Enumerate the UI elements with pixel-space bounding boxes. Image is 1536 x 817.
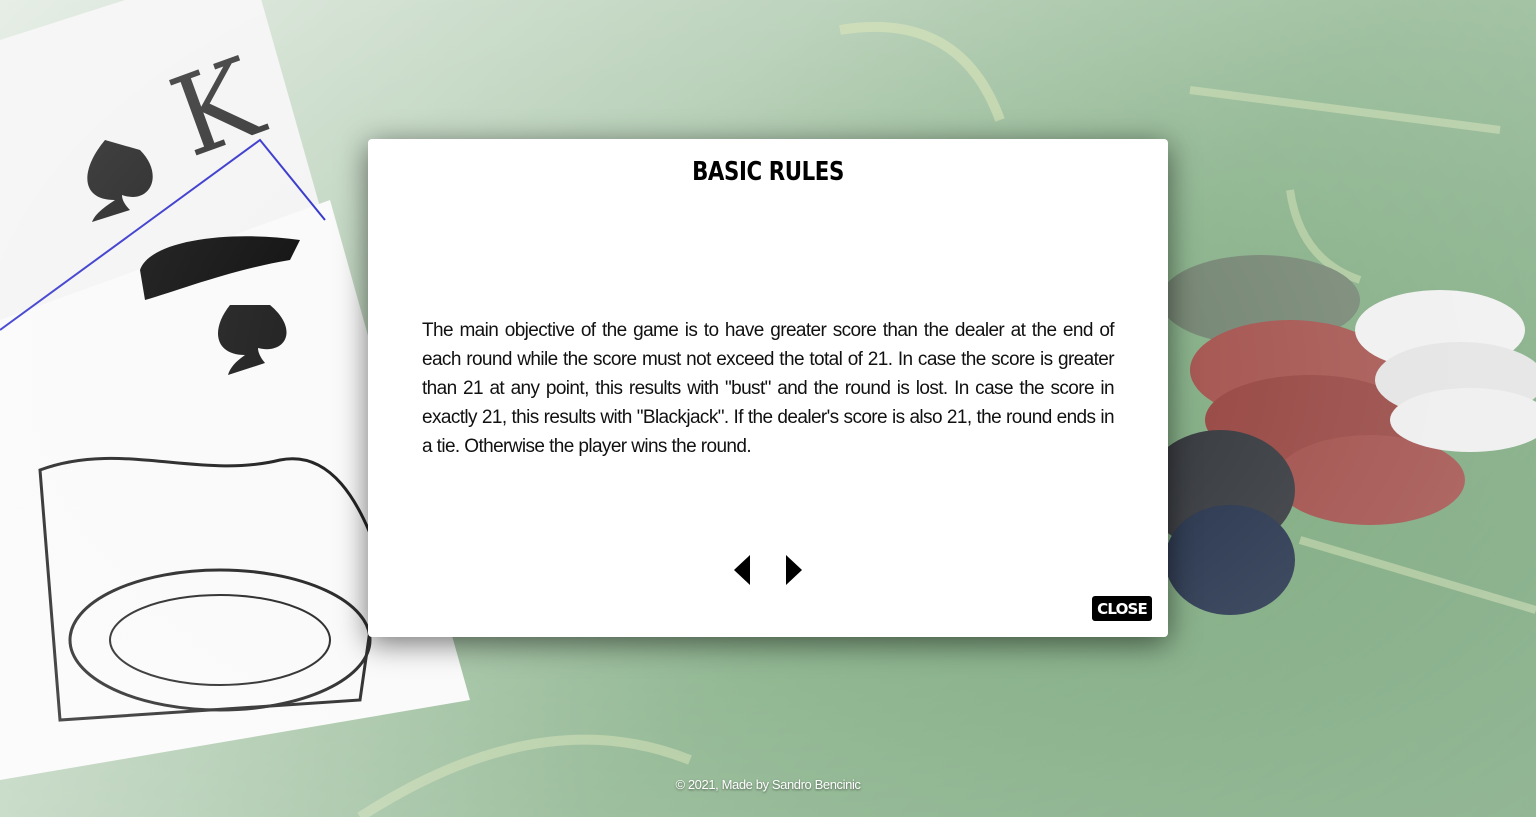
caret-right-icon — [786, 555, 802, 585]
next-page-button[interactable] — [782, 554, 804, 586]
modal-title: BASIC RULES — [692, 157, 844, 187]
previous-page-button[interactable] — [732, 554, 754, 586]
close-button[interactable]: CLOSE — [1092, 596, 1152, 621]
footer-copyright: © 2021, Made by Sandro Bencinic — [675, 777, 861, 792]
caret-left-icon — [734, 555, 750, 585]
rules-modal: BASIC RULES The main objective of the ga… — [368, 139, 1168, 637]
page-navigation — [732, 554, 804, 586]
rules-text: The main objective of the game is to hav… — [422, 320, 1115, 457]
